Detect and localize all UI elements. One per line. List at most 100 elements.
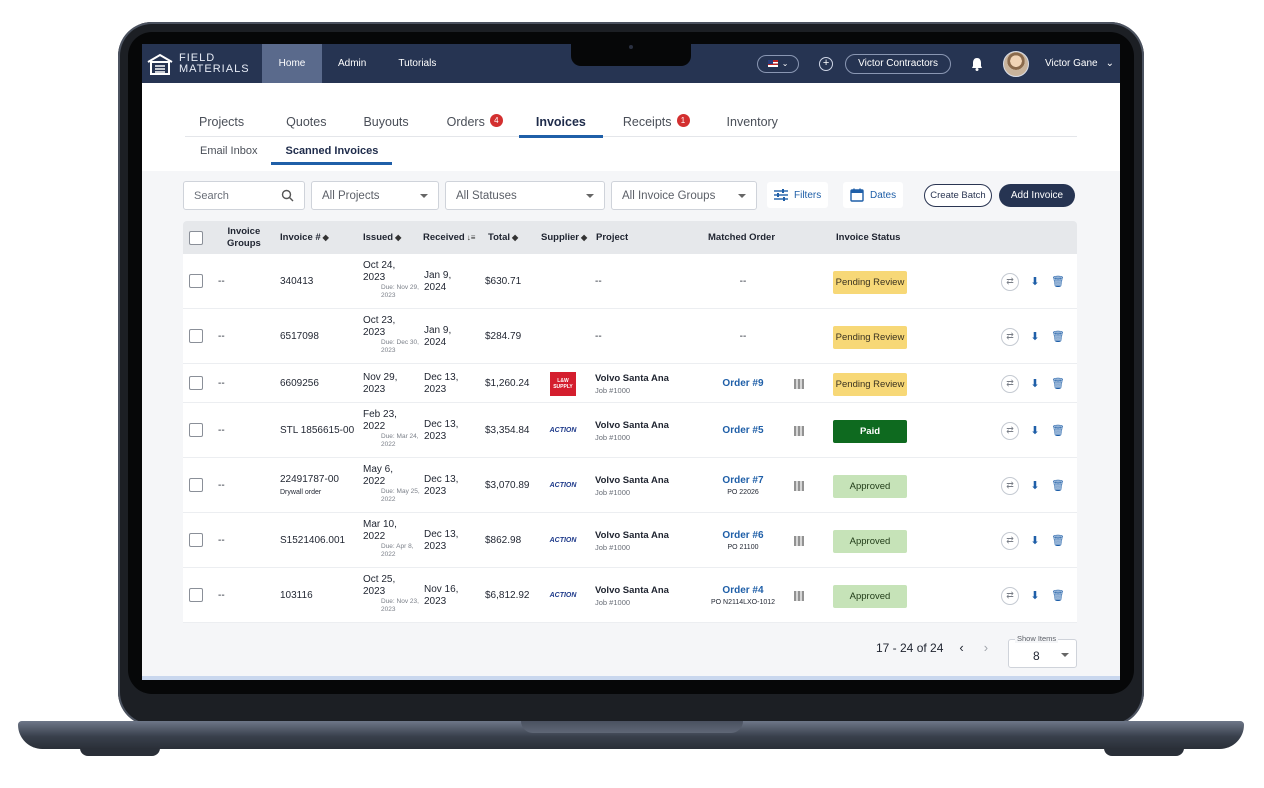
matched-order-link[interactable]: Order #7 — [722, 475, 763, 487]
trash-icon[interactable]: 🗑 — [1051, 479, 1065, 492]
matched-order-link[interactable]: Order #4 — [722, 585, 763, 597]
select-all-checkbox[interactable] — [189, 221, 203, 254]
table-row[interactable]: -- 6517098 Oct 23, 2023 Due: Dec 30, 2023 Jan … — [183, 309, 1077, 364]
tab-quotes[interactable]: Quotes — [286, 83, 326, 137]
checkbox[interactable] — [189, 587, 203, 602]
col-received[interactable]: Received ↓≡ — [423, 221, 475, 254]
matched-order-cell[interactable]: Order #5 — [693, 425, 793, 437]
col-total[interactable]: Total ◆ — [488, 221, 518, 254]
matched-order-cell[interactable]: Order #7 PO 22026 — [693, 475, 793, 499]
tab-buyouts[interactable]: Buyouts — [363, 83, 408, 137]
checkbox[interactable] — [189, 375, 203, 390]
sync-icon[interactable]: ⇄ — [1001, 421, 1019, 440]
tab-inventory[interactable]: Inventory — [727, 83, 778, 137]
prev-page-icon[interactable]: ‹ — [959, 640, 963, 655]
company-selector[interactable]: Victor Contractors — [845, 53, 951, 74]
download-icon[interactable]: ⬇ — [1029, 377, 1041, 390]
col-supplier[interactable]: Supplier ◆ — [541, 221, 587, 254]
table-row[interactable]: -- S1521406.001 Mar 10, 2022 Due: Apr 8, 2022… — [183, 513, 1077, 568]
dates-button[interactable]: Dates — [843, 182, 904, 208]
table-row[interactable]: -- 22491787-00 Drywall order May 6, 2022 Due:… — [183, 458, 1077, 513]
subtab-email-inbox[interactable]: Email Inbox — [200, 145, 257, 163]
checkbox[interactable] — [189, 230, 203, 245]
qr-code-icon[interactable] — [794, 480, 804, 491]
user-avatar[interactable] — [1002, 50, 1029, 77]
matched-order-link[interactable]: Order #5 — [722, 425, 763, 437]
checkbox[interactable] — [189, 328, 203, 343]
trash-icon[interactable]: 🗑 — [1051, 534, 1065, 547]
invoice-groups-dropdown[interactable]: All Invoice Groups — [611, 181, 757, 210]
tab-invoices[interactable]: Invoices — [518, 83, 603, 138]
sync-icon[interactable]: ⇄ — [1001, 374, 1019, 393]
qr-code-icon[interactable] — [794, 425, 804, 436]
nav-home[interactable]: Home — [262, 44, 322, 83]
tab-orders[interactable]: Orders 4 — [447, 83, 503, 137]
download-icon[interactable]: ⬇ — [1029, 589, 1041, 602]
sync-icon[interactable]: ⇄ — [1001, 531, 1019, 550]
sync-icon[interactable]: ⇄ — [1001, 327, 1019, 346]
create-batch-button[interactable]: Create Batch — [924, 184, 992, 207]
trash-icon[interactable]: 🗑 — [1051, 377, 1065, 390]
tab-projects[interactable]: Projects — [199, 83, 244, 137]
matched-order-cell[interactable]: Order #4 PO N2114LXO-1012 — [693, 585, 793, 609]
show-items-select[interactable]: Show Items 8 — [1008, 634, 1077, 668]
table-row[interactable]: -- 6609256 Nov 29, 2023 Dec 13, 2023 $1,260.24… — [183, 364, 1077, 403]
next-page-icon[interactable]: › — [984, 640, 988, 655]
sync-icon[interactable]: ⇄ — [1001, 272, 1019, 291]
row-checkbox[interactable] — [189, 532, 203, 547]
invoice-number-cell[interactable]: 103116 — [280, 590, 313, 601]
invoice-number-cell[interactable]: S1521406.001 — [280, 535, 345, 546]
qr-code-icon[interactable] — [794, 535, 804, 546]
row-checkbox[interactable] — [189, 328, 203, 343]
row-checkbox[interactable] — [189, 375, 203, 390]
matched-order-link[interactable]: Order #9 — [722, 378, 763, 390]
download-icon[interactable]: ⬇ — [1029, 424, 1041, 437]
download-icon[interactable]: ⬇ — [1029, 275, 1041, 288]
trash-icon[interactable]: 🗑 — [1051, 424, 1065, 437]
table-row[interactable]: -- 103116 Oct 25, 2023 Due: Nov 23, 2023 Nov 1… — [183, 568, 1077, 623]
invoice-number-cell[interactable]: 6517098 — [280, 331, 319, 342]
row-checkbox[interactable] — [189, 422, 203, 437]
download-icon[interactable]: ⬇ — [1029, 330, 1041, 343]
tab-receipts[interactable]: Receipts 1 — [623, 83, 690, 137]
nav-tutorials[interactable]: Tutorials — [382, 44, 452, 83]
col-issued[interactable]: Issued ◆ — [363, 221, 401, 254]
subtab-scanned-invoices[interactable]: Scanned Invoices — [271, 145, 393, 165]
trash-icon[interactable]: 🗑 — [1051, 275, 1065, 288]
checkbox[interactable] — [189, 532, 203, 547]
filters-button[interactable]: Filters — [767, 182, 829, 208]
language-selector[interactable]: ⌄ — [757, 54, 800, 73]
statuses-dropdown[interactable]: All Statuses — [445, 181, 605, 210]
nav-admin[interactable]: Admin — [322, 44, 382, 83]
trash-icon[interactable]: 🗑 — [1051, 330, 1065, 343]
matched-order-cell[interactable]: Order #6 PO 21100 — [693, 530, 793, 554]
matched-order-link[interactable]: Order #6 — [722, 530, 763, 542]
qr-code-icon[interactable] — [794, 590, 804, 601]
download-icon[interactable]: ⬇ — [1029, 479, 1041, 492]
sync-icon[interactable]: ⇄ — [1001, 476, 1019, 495]
invoice-number-cell[interactable]: 22491787-00 Drywall order — [280, 474, 339, 496]
user-name[interactable]: Victor Gane — [1045, 58, 1098, 69]
download-icon[interactable]: ⬇ — [1029, 534, 1041, 547]
col-invoice-number[interactable]: Invoice # ◆ — [280, 221, 329, 254]
checkbox[interactable] — [189, 273, 203, 288]
invoice-number-cell[interactable]: STL 1856615-00 — [280, 425, 354, 436]
sync-icon[interactable]: ⇄ — [1001, 586, 1019, 605]
chevron-down-icon[interactable]: ⌄ — [1106, 58, 1114, 69]
row-checkbox[interactable] — [189, 587, 203, 602]
table-row[interactable]: -- STL 1856615-00 Feb 23, 2022 Due: Mar 24, 2… — [183, 403, 1077, 458]
row-checkbox[interactable] — [189, 273, 203, 288]
bell-icon[interactable] — [969, 56, 985, 72]
qr-code-icon[interactable] — [794, 378, 804, 389]
brand-logo[interactable]: FIELD MATERIALS — [142, 52, 262, 75]
projects-dropdown[interactable]: All Projects — [311, 181, 439, 210]
invoice-number-cell[interactable]: 6609256 — [280, 378, 319, 389]
search-input[interactable]: Search — [183, 181, 305, 210]
invoice-number-cell[interactable]: 340413 — [280, 276, 313, 287]
add-invoice-button[interactable]: Add Invoice — [999, 184, 1075, 207]
add-circle-icon[interactable]: + — [819, 56, 834, 71]
checkbox[interactable] — [189, 477, 203, 492]
checkbox[interactable] — [189, 422, 203, 437]
trash-icon[interactable]: 🗑 — [1051, 589, 1065, 602]
matched-order-cell[interactable]: Order #9 — [693, 378, 793, 390]
